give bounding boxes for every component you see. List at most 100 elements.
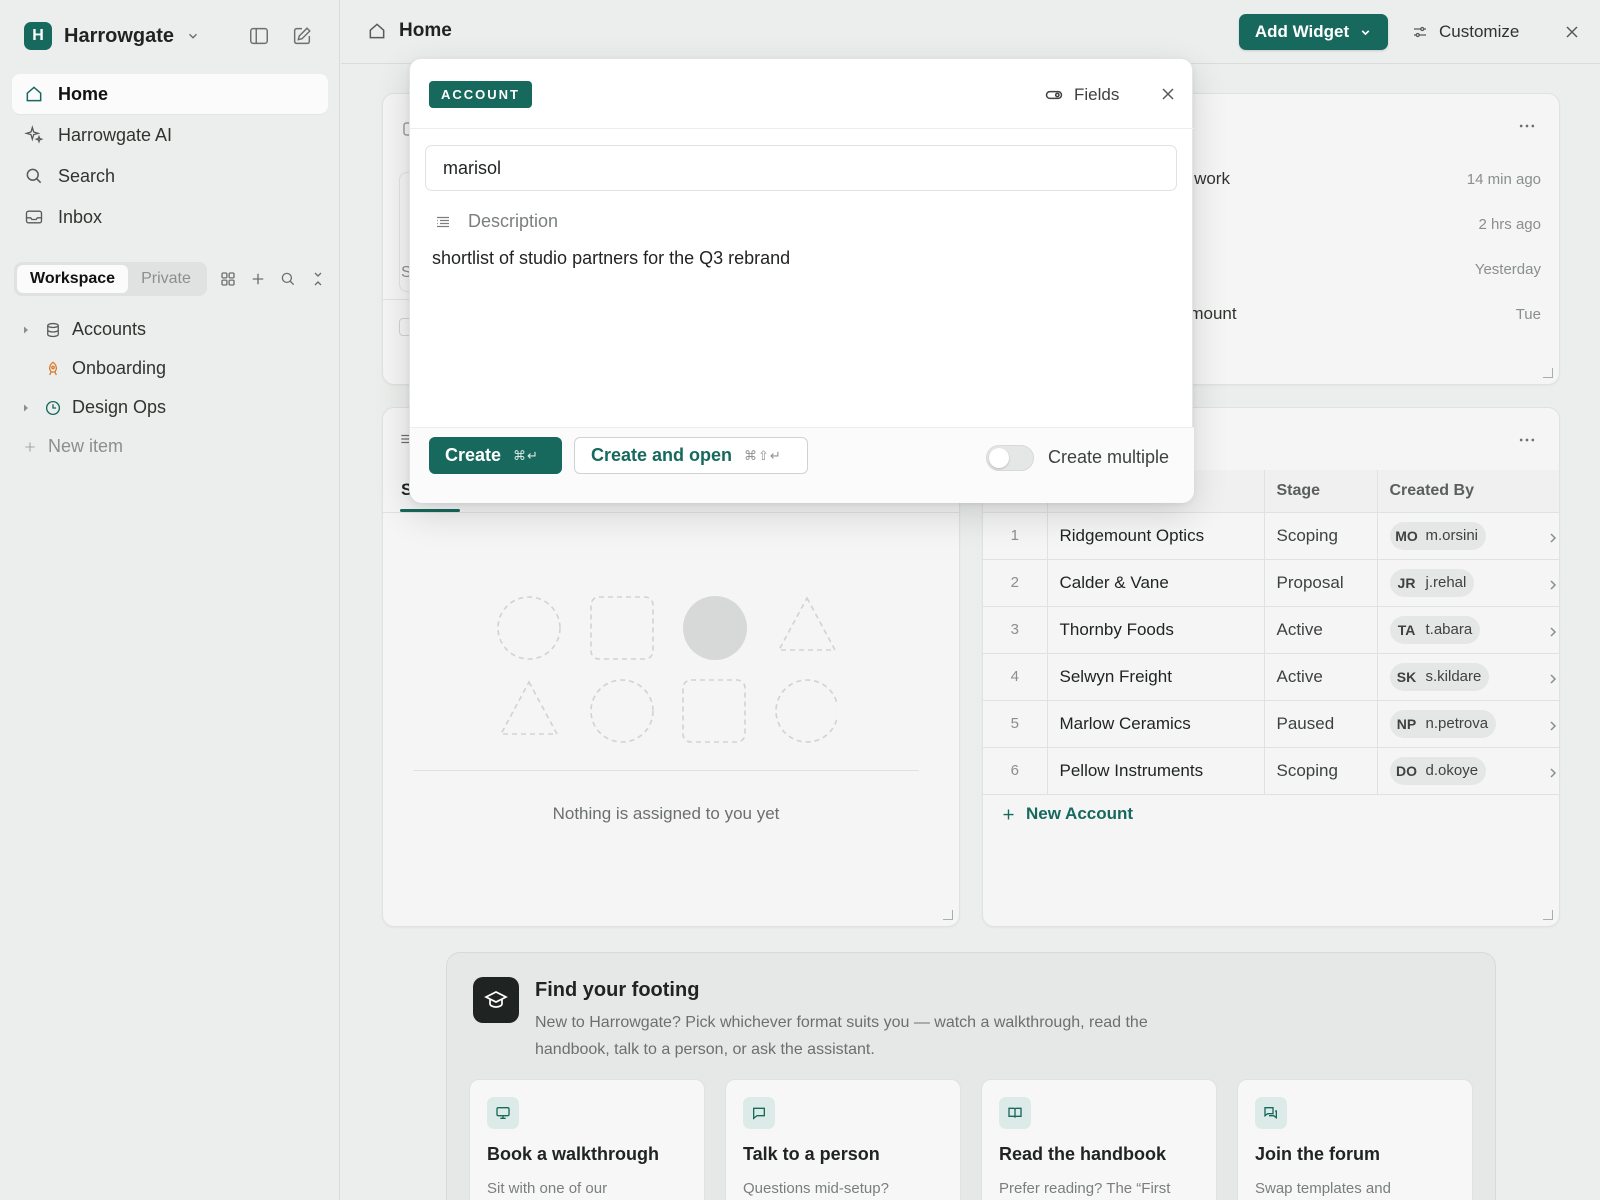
table-row[interactable]: 5 Marlow Ceramics Paused NP n.petrova — [983, 700, 1559, 748]
tree-item-accounts[interactable]: Accounts — [20, 310, 320, 349]
onboarding-card-handbook[interactable]: Read the handbook Prefer reading? The “F… — [981, 1079, 1217, 1200]
user-name: s.kildare — [1425, 668, 1482, 685]
user-chip: JR j.rehal — [1389, 568, 1475, 597]
row-num: 3 — [983, 606, 1048, 654]
list-item[interactable]: dgemount Tue — [1161, 299, 1541, 329]
account-name[interactable]: Calder & Vane — [1047, 559, 1265, 607]
user-chip: SK s.kildare — [1389, 662, 1490, 691]
onboarding-card-walkthrough[interactable]: Book a walkthrough Sit with one of our — [469, 1079, 705, 1200]
new-account-label: New Account — [1026, 804, 1134, 823]
account-created-by[interactable]: TA t.abara — [1377, 606, 1559, 654]
fields-button[interactable]: Fields — [1044, 81, 1119, 109]
chevron-right-icon[interactable] — [1547, 579, 1559, 591]
account-name[interactable]: Pellow Instruments — [1047, 747, 1265, 795]
account-stage[interactable]: Scoping — [1264, 512, 1378, 560]
more-icon[interactable] — [1517, 430, 1537, 450]
new-item-button[interactable]: New item — [20, 427, 320, 466]
create-multiple-label: Create multiple — [1048, 447, 1170, 467]
plus-icon[interactable] — [249, 270, 267, 288]
create-button[interactable]: Create ⌘↵ — [429, 437, 562, 474]
chevron-right-icon[interactable] — [1547, 673, 1559, 685]
inbox-icon — [24, 207, 44, 227]
clock-icon — [44, 399, 62, 417]
create-and-open-button[interactable]: Create and open ⌘⇧↵ — [574, 437, 808, 474]
create-open-label: Create and open — [591, 445, 733, 465]
description-textarea[interactable] — [432, 245, 1172, 405]
onboarding-card-talk[interactable]: Talk to a person Questions mid-setup? — [725, 1079, 961, 1200]
onboarding-card-forum[interactable]: Join the forum Swap templates and — [1237, 1079, 1473, 1200]
account-name[interactable]: Marlow Ceramics — [1047, 700, 1265, 748]
table-row[interactable]: 3 Thornby Foods Active TA t.abara — [983, 606, 1559, 654]
tree-item-design-ops[interactable]: Design Ops — [20, 388, 320, 427]
account-name-input[interactable] — [425, 145, 1177, 191]
nav-item-search[interactable]: Search — [12, 156, 328, 196]
list-item[interactable]: n Yesterday — [1161, 254, 1541, 284]
chevron-right-icon[interactable] — [1547, 532, 1559, 544]
graduation-cap-icon — [473, 977, 519, 1023]
account-created-by[interactable]: SK s.kildare — [1377, 653, 1559, 701]
brand-logo: H — [24, 22, 52, 50]
user-chip: TA t.abara — [1389, 615, 1481, 644]
collapse-icon[interactable] — [309, 270, 327, 288]
toggle-icon — [1044, 85, 1064, 105]
more-icon[interactable] — [1517, 116, 1537, 136]
tab-private[interactable]: Private — [128, 265, 204, 293]
chevron-right-icon[interactable] — [1547, 767, 1559, 779]
account-created-by[interactable]: MO m.orsini — [1377, 512, 1559, 560]
account-name[interactable]: Selwyn Freight — [1047, 653, 1265, 701]
user-name: n.petrova — [1425, 715, 1489, 732]
resize-handle[interactable] — [1543, 910, 1553, 920]
account-name[interactable]: Ridgemount Optics — [1047, 512, 1265, 560]
chevron-right-icon[interactable] — [1547, 626, 1559, 638]
account-stage[interactable]: Active — [1264, 606, 1378, 654]
account-stage[interactable]: Proposal — [1264, 559, 1378, 607]
chevron-right-icon[interactable] — [1547, 720, 1559, 732]
avatar: DO — [1396, 762, 1417, 779]
row-num: 4 — [983, 653, 1048, 701]
customize-button[interactable]: Customize — [1411, 18, 1519, 46]
new-account-button[interactable]: New Account — [1001, 804, 1133, 824]
header-stage[interactable]: Stage — [1264, 470, 1378, 513]
caret-right-icon[interactable] — [20, 402, 32, 414]
create-multiple-toggle[interactable] — [986, 445, 1034, 471]
workspace-switcher[interactable]: H Harrowgate — [24, 22, 200, 50]
list-item[interactable]: ns 2 hrs ago — [1161, 209, 1541, 239]
text-lines-icon — [434, 213, 452, 231]
recent-time: Yesterday — [1474, 260, 1541, 278]
account-stage[interactable]: Scoping — [1264, 747, 1378, 795]
nav-item-ai[interactable]: Harrowgate AI — [12, 115, 328, 155]
avatar: MO — [1395, 527, 1418, 544]
search-icon[interactable] — [279, 270, 297, 288]
table-row[interactable]: 6 Pellow Instruments Scoping DO d.okoye — [983, 747, 1559, 795]
compose-icon[interactable] — [291, 25, 313, 47]
table-row[interactable]: 4 Selwyn Freight Active SK s.kildare — [983, 653, 1559, 701]
resize-handle[interactable] — [1543, 368, 1553, 378]
user-name: m.orsini — [1425, 527, 1479, 544]
table-row[interactable]: 1 Ridgemount Optics Scoping MO m.orsini — [983, 512, 1559, 560]
description-label: Description — [434, 211, 558, 232]
account-name[interactable]: Thornby Foods — [1047, 606, 1265, 654]
account-created-by[interactable]: DO d.okoye — [1377, 747, 1559, 795]
caret-right-icon[interactable] — [20, 324, 32, 336]
close-icon[interactable] — [1158, 84, 1178, 104]
user-chip: MO m.orsini — [1389, 521, 1487, 550]
account-created-by[interactable]: NP n.petrova — [1377, 700, 1559, 748]
nav-item-inbox[interactable]: Inbox — [12, 197, 328, 237]
account-stage[interactable]: Active — [1264, 653, 1378, 701]
divider — [383, 512, 959, 513]
toggle-sidebar-icon[interactable] — [248, 25, 270, 47]
forum-icon — [1255, 1097, 1287, 1129]
account-created-by[interactable]: JR j.rehal — [1377, 559, 1559, 607]
resize-handle[interactable] — [943, 910, 953, 920]
table-row[interactable]: 2 Calder & Vane Proposal JR j.rehal — [983, 559, 1559, 607]
close-icon[interactable] — [1562, 22, 1582, 42]
account-stage[interactable]: Paused — [1264, 700, 1378, 748]
header-created-by[interactable]: Created By — [1377, 470, 1559, 513]
fields-label: Fields — [1074, 85, 1120, 104]
grid-icon[interactable] — [219, 270, 237, 288]
nav-item-home[interactable]: Home — [12, 74, 328, 114]
list-item[interactable]: e of work 14 min ago — [1161, 164, 1541, 194]
add-widget-button[interactable]: Add Widget — [1239, 14, 1388, 50]
tree-item-onboarding[interactable]: Onboarding — [20, 349, 320, 388]
tab-workspace[interactable]: Workspace — [17, 265, 129, 293]
